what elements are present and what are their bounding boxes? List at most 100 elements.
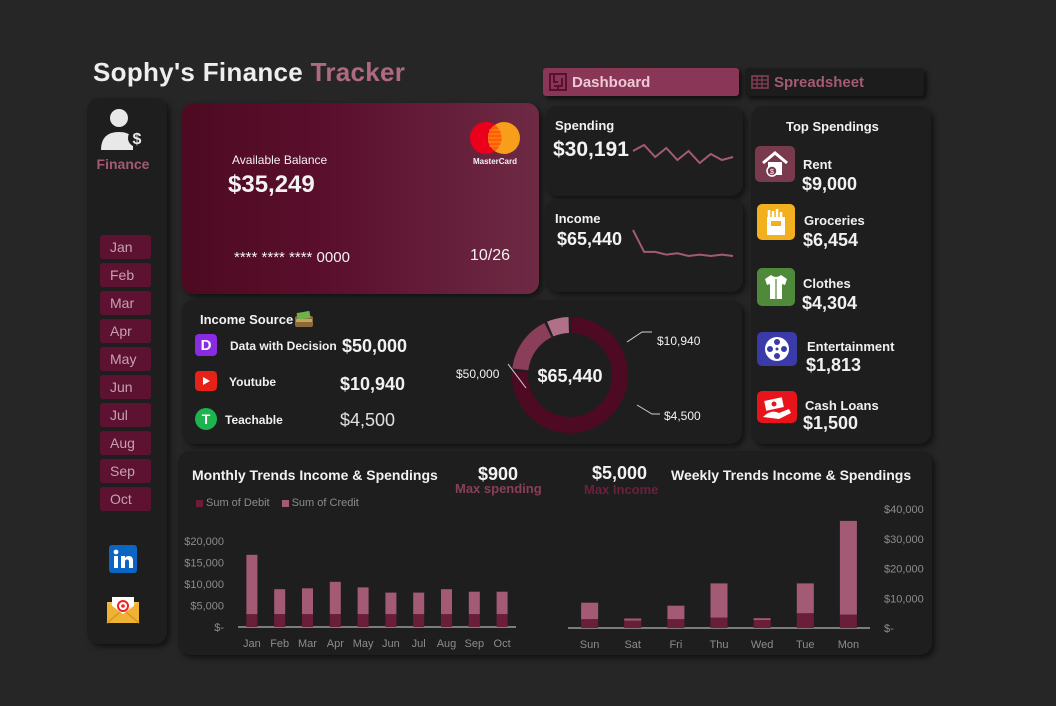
income-source-title: Income Source	[200, 312, 294, 327]
house-money-icon: $	[755, 146, 795, 182]
bar-credit-apr	[329, 581, 341, 615]
tab-spreadsheet[interactable]: Spreadsheet	[745, 68, 924, 96]
balance-card: Available Balance $35,249 **** **** ****…	[182, 103, 539, 294]
cash-hand-icon	[757, 391, 797, 423]
x-tick-label: Apr	[327, 638, 344, 650]
title-part-2: Tracker	[310, 57, 406, 87]
donut-label: $10,940	[657, 334, 701, 348]
spending-sparkline	[632, 143, 734, 165]
y-tick-label: $30,000	[884, 534, 924, 546]
bar-debit-aug	[441, 614, 452, 627]
svg-text:$: $	[133, 131, 142, 148]
x-tick-label: Thu	[710, 639, 729, 651]
month-button-apr[interactable]: Apr	[100, 319, 151, 343]
month-button-mar[interactable]: Mar	[100, 291, 151, 315]
bar-debit-sun	[581, 619, 599, 628]
month-button-sep[interactable]: Sep	[100, 459, 151, 483]
y-tick-label: $-	[884, 623, 894, 635]
income-source-value: $10,940	[340, 374, 406, 394]
legend-credit: Sum of Credit	[291, 497, 359, 509]
month-button-aug[interactable]: Aug	[100, 431, 151, 455]
bar-credit-mar	[302, 588, 313, 615]
income-source-value: $4,500	[340, 410, 396, 430]
bar-debit-thu	[710, 617, 728, 628]
tab-dashboard[interactable]: Dashboard	[543, 68, 739, 96]
grid-icon	[751, 75, 769, 89]
spending-panel: Spending $30,191	[545, 106, 743, 196]
x-tick-label: Wed	[751, 639, 773, 651]
x-tick-label: Mar	[298, 638, 317, 650]
income-label: Income	[555, 211, 601, 226]
legend-swatch-credit	[281, 499, 289, 507]
donut-slice-youtube	[512, 322, 552, 371]
month-button-may[interactable]: May	[100, 347, 151, 371]
bar-debit-sep	[468, 614, 480, 627]
sidebar-label: Finance	[96, 156, 150, 172]
spending-label: Spending	[555, 118, 615, 133]
month-button-jan[interactable]: Jan	[100, 235, 151, 259]
y-tick-label: $-	[214, 622, 224, 634]
month-button-oct[interactable]: Oct	[100, 487, 151, 511]
top-spending-name: Clothes	[803, 276, 851, 291]
page-title: Sophy's Finance Tracker	[93, 57, 405, 88]
x-tick-label: Tue	[796, 639, 815, 651]
top-spending-value: $1,500	[803, 413, 859, 433]
income-value: $65,440	[557, 229, 623, 249]
bar-credit-sep	[468, 591, 480, 615]
month-button-feb[interactable]: Feb	[100, 263, 151, 287]
linkedin-icon[interactable]	[109, 545, 137, 573]
income-source-panel: Income Source D Data with Decision $50,0…	[182, 300, 742, 444]
bar-debit-oct	[496, 614, 508, 627]
legend-swatch-debit	[196, 499, 203, 507]
sparkline-line	[632, 229, 734, 258]
balance-value: $35,249	[228, 171, 315, 198]
y-tick-label: $20,000	[884, 564, 924, 576]
weekly-trends-chart: $- $10,000 $20,000 $30,000 $40,000 Sun Sat Fri T…	[568, 504, 924, 651]
y-tick-label: $15,000	[184, 558, 224, 570]
bar-credit-sun	[581, 602, 599, 620]
user-dollar-icon: $	[101, 109, 146, 150]
income-source-name: Data with Decision	[230, 339, 337, 353]
maze-icon	[549, 73, 567, 91]
bar-credit-thu	[710, 583, 728, 618]
x-tick-label: Oct	[494, 638, 511, 650]
bar-credit-mon	[839, 520, 857, 615]
y-tick-label: $10,000	[184, 579, 224, 591]
x-tick-label: Jan	[243, 638, 261, 650]
bar-debit-jan	[246, 614, 258, 627]
income-panel: Income $65,440	[545, 199, 743, 292]
bar-credit-fri	[667, 605, 685, 620]
month-button-jul[interactable]: Jul	[100, 403, 151, 427]
top-spending-value: $6,454	[803, 230, 859, 250]
bar-debit-mar	[302, 614, 313, 627]
top-spending-name: Cash Loans	[805, 398, 879, 413]
bar-debit-tue	[796, 613, 814, 628]
svg-text:$: $	[770, 169, 774, 176]
top-spending-name: Entertainment	[807, 339, 895, 354]
donut-slice-teachable	[547, 317, 570, 337]
top-spending-value: $1,813	[806, 355, 862, 375]
y-tick-label: $10,000	[884, 593, 924, 605]
title-part-1: Sophy's Finance	[93, 57, 304, 87]
mastercard-logo-icon	[470, 122, 520, 154]
bar-debit-may	[357, 614, 369, 627]
youtube-icon	[195, 371, 217, 391]
bar-debit-jul	[413, 614, 425, 627]
tab-spreadsheet-label: Spreadsheet	[774, 73, 865, 91]
bar-credit-jun	[385, 592, 397, 615]
bar-debit-jun	[385, 614, 397, 627]
bar-debit-apr	[329, 614, 341, 627]
top-spending-value: $4,304	[802, 293, 858, 313]
max-income-value: $5,000	[592, 463, 648, 483]
income-source-name: Teachable	[225, 413, 283, 427]
month-button-jun[interactable]: Jun	[100, 375, 151, 399]
d-logo-icon: D	[195, 334, 217, 356]
bar-credit-oct	[496, 591, 508, 615]
x-tick-label: Mon	[838, 639, 859, 651]
email-icon[interactable]	[106, 596, 140, 624]
y-tick-label: $20,000	[184, 536, 224, 548]
income-source-name: Youtube	[229, 375, 277, 389]
shirt-icon	[757, 268, 795, 306]
monthly-trends-title: Monthly Trends Income & Spendings	[192, 467, 438, 483]
spending-value: $30,191	[553, 138, 629, 161]
